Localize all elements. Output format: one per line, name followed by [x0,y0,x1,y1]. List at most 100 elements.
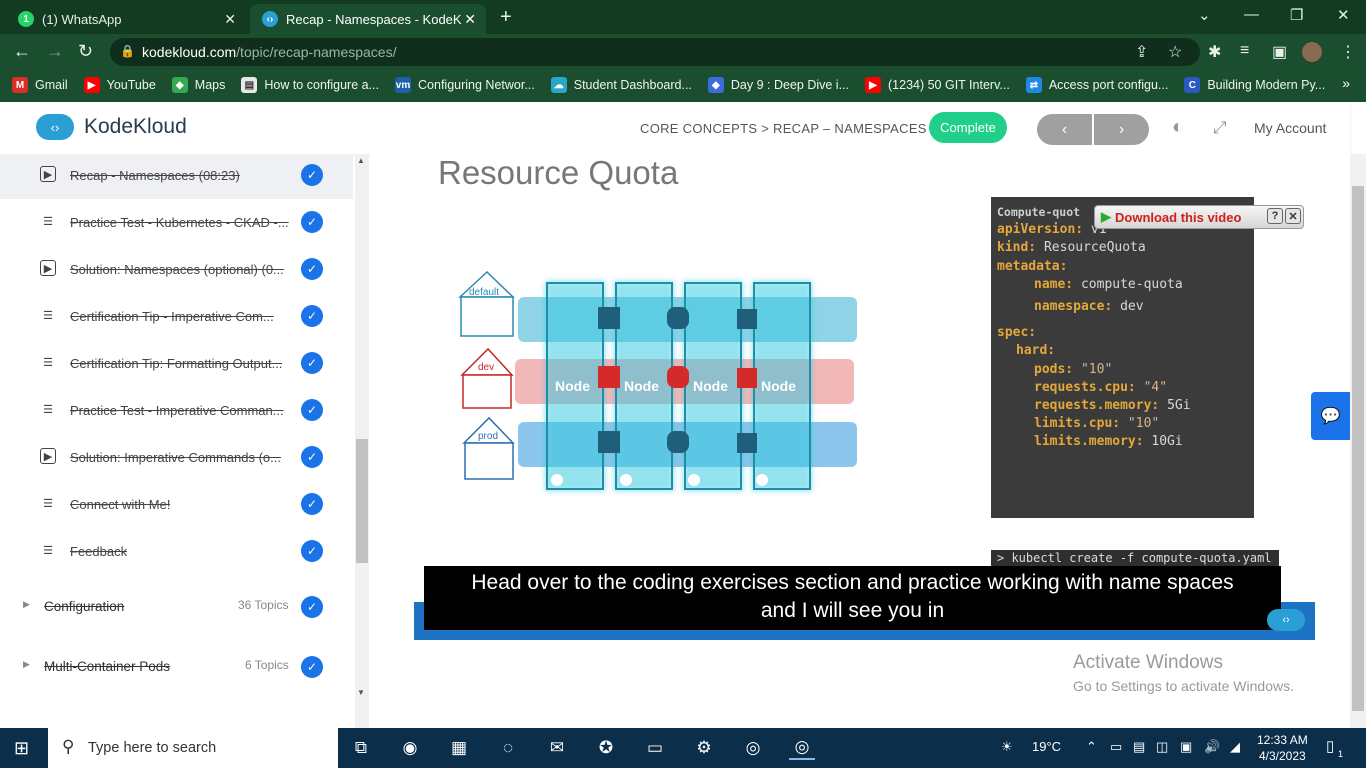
lesson-item[interactable]: ▶ Solution: Namespaces (optional) (0... … [0,246,353,293]
lesson-item[interactable]: ▶ Solution: Imperative Commands (o... ✓ [0,434,353,481]
bookmark-star-icon[interactable]: ☆ [1168,42,1182,62]
lesson-item[interactable]: ☰ Certification Tip - Imperative Com... … [0,293,353,340]
bookmark-git[interactable]: ▶ (1234) 50 GIT Interv... [865,77,1010,93]
camera-icon[interactable]: ▣ [1180,739,1192,755]
lesson-item[interactable]: ☰ Practice Test - Imperative Comman... ✓ [0,387,353,434]
expand-icon[interactable]: ▶ [23,599,30,610]
download-video-button[interactable]: ▶ Download this video ? ✕ [1094,205,1304,229]
task-view-icon[interactable]: ⧉ [348,736,374,760]
app-icon[interactable]: ✪ [593,736,619,760]
fullscreen-icon[interactable]: ⤢ [1213,118,1227,138]
section-configuration[interactable]: ▶ Configuration 36 Topics ✓ [0,582,353,632]
scrollbar-thumb[interactable] [1352,186,1364,711]
bookmark-building[interactable]: C Building Modern Py... [1184,77,1325,93]
lesson-item[interactable]: ▶ Recap - Namespaces (08:23) ✓ [0,154,353,199]
profile-avatar[interactable] [1302,42,1322,62]
complete-button[interactable]: Complete [929,112,1007,143]
close-icon[interactable]: ✕ [1285,208,1301,224]
bookmark-configure[interactable]: ▤ How to configure a... [241,77,379,93]
scrollbar-thumb[interactable] [356,439,368,563]
battery-icon[interactable]: ▭ [1110,739,1122,755]
device-icon[interactable]: ◫ [1156,739,1168,755]
restore-icon[interactable]: ❐ [1290,6,1303,24]
scroll-down-icon[interactable]: ▼ [357,688,365,697]
chrome-active-icon[interactable]: ◎ [789,736,815,760]
skype-icon[interactable]: ◌ [495,736,521,760]
more-bookmarks-icon[interactable]: » [1342,75,1350,91]
file-explorer-icon[interactable]: ▭ [642,736,668,760]
settings-app-icon[interactable]: ⚙ [691,736,717,760]
breadcrumb[interactable]: CORE CONCEPTS > RECAP – NAMESPACES [640,121,927,136]
close-tab-icon[interactable]: ✕ [464,11,476,28]
media-icon[interactable]: ≡ [1240,42,1249,60]
previous-topic-button[interactable]: ‹ [1037,114,1092,145]
page-scrollbar[interactable] [1350,154,1366,728]
bookmark-gmail[interactable]: M Gmail [12,77,68,93]
weather-temperature[interactable]: 19°C [1032,739,1061,754]
weather-icon[interactable]: ☀ [1001,739,1013,755]
text-lesson-icon: ☰ [43,497,53,510]
reload-icon[interactable]: ↻ [78,41,93,62]
bookmark-maps[interactable]: ◆ Maps [171,77,225,93]
dev-house-icon: dev [460,347,514,409]
kodekloud-logo[interactable]: ‹› KodeKloud [36,114,187,140]
tab-whatsapp[interactable]: 1 (1) WhatsApp ✕ [6,4,246,34]
download-label: Download this video [1115,209,1242,225]
lesson-item[interactable]: ☰ Practice Test - Kubernetes - CKAD -...… [0,199,353,246]
chat-button[interactable]: 💬 [1311,392,1350,440]
browser-chrome: 1 (1) WhatsApp ✕ ‹› Recap - Namespaces -… [0,0,1366,102]
new-tab-icon[interactable]: + [500,6,512,29]
system-clock[interactable]: 12:33 AM 4/3/2023 [1257,732,1308,764]
volume-icon[interactable]: 🔊 [1204,739,1220,755]
show-hidden-icons[interactable]: ⌃ [1086,739,1097,755]
bookmark-youtube[interactable]: ▶ YouTube [83,77,156,93]
close-tab-icon[interactable]: ✕ [224,11,236,28]
section-multi-container-pods[interactable]: ▶ Multi-Container Pods 6 Topics ✓ [0,642,353,692]
tab-kodekloud[interactable]: ‹› Recap - Namespaces - KodeKlou ✕ [250,4,486,34]
address-bar[interactable]: 🔒 kodekloud.com/topic/recap-namespaces/ [110,38,1200,66]
sidebar-scrollbar[interactable]: ▲ ▼ [355,154,369,728]
bookmark-student-dashboard[interactable]: ☁ Student Dashboard... [550,77,692,93]
expand-icon[interactable]: ▶ [23,659,30,670]
lesson-video[interactable]: Resource Quota Node Node Node Node defau… [370,154,1350,728]
lesson-item[interactable]: ☰ Certification Tip: Formatting Output..… [0,340,353,387]
lesson-item[interactable]: ☰ Feedback ✓ [0,528,353,575]
yaml-line: requests.memory: 5Gi [1034,398,1191,414]
windows-start-icon[interactable]: ⊞ [14,738,29,759]
notifications-icon[interactable]: ▯ [1326,737,1334,755]
taskbar-search[interactable]: ⚲ Type here to search [48,728,338,768]
back-icon[interactable]: ← [13,41,31,62]
minimize-icon[interactable]: — [1244,6,1259,23]
share-icon[interactable]: ⇪ [1135,42,1148,62]
side-panel-icon[interactable]: ▣ [1272,42,1287,62]
help-icon[interactable]: ? [1267,208,1283,224]
complete-check-icon: ✓ [301,656,323,678]
extensions-icon[interactable]: ✱ [1208,42,1221,62]
youtube-icon: ▶ [865,77,881,93]
clock-time: 12:33 AM [1257,733,1308,747]
wifi-icon[interactable]: ◢ [1230,739,1240,755]
next-topic-button[interactable]: › [1094,114,1149,145]
chip-icon [737,433,757,453]
text-lesson-icon: ☰ [43,215,53,228]
kubernetes-icon [620,474,632,486]
lesson-item[interactable]: ☰ Connect with Me! ✓ [0,481,353,528]
chrome-icon[interactable]: ◎ [740,736,766,760]
my-account-link[interactable]: My Account [1254,120,1326,136]
section-label: Multi-Container Pods [44,659,171,674]
dark-mode-icon[interactable]: ◐ [1172,116,1184,139]
forward-icon[interactable]: → [46,41,64,62]
network-tray-icon[interactable]: ▤ [1133,739,1145,755]
edge-icon[interactable]: ◉ [397,736,423,760]
scroll-up-icon[interactable]: ▲ [357,156,365,165]
menu-icon[interactable]: ⋮ [1340,42,1356,62]
complete-check-icon: ✓ [301,352,323,374]
tab-search-icon[interactable]: ⌄ [1198,6,1211,24]
watermark-title: Activate Windows [1073,652,1223,673]
bookmark-day9[interactable]: ◆ Day 9 : Deep Dive i... [707,77,849,93]
store-icon[interactable]: ▦ [446,736,472,760]
close-window-icon[interactable]: ✕ [1337,6,1350,24]
bookmark-access-port[interactable]: ⇄ Access port configu... [1025,77,1168,93]
bookmark-networking[interactable]: vm Configuring Networ... [395,77,535,93]
mail-icon[interactable]: ✉ [544,736,570,760]
